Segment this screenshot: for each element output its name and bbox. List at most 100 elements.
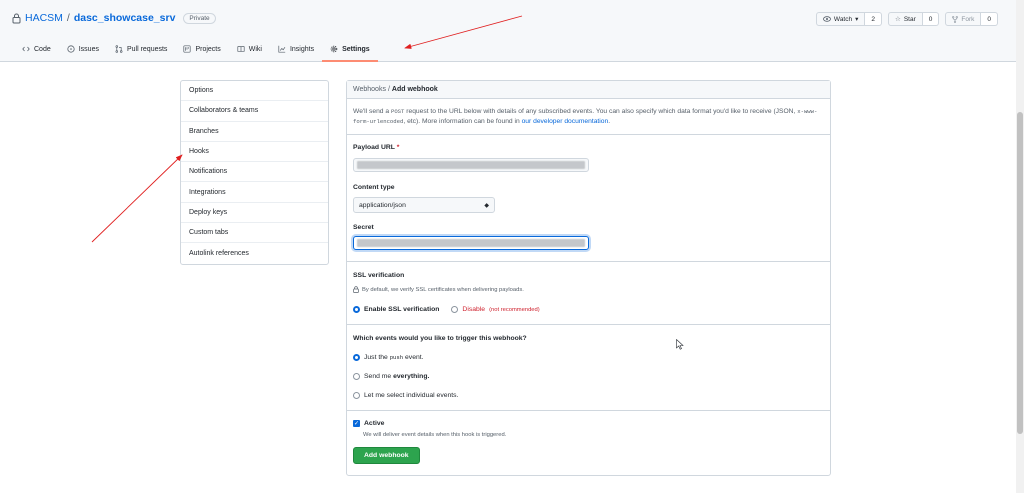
content-type-label: Content type	[353, 184, 395, 191]
ssl-options: Enable SSL verification Disable (not rec…	[353, 306, 540, 313]
project-icon	[183, 45, 191, 53]
page-title: Add webhook	[391, 86, 438, 93]
scrollbar-thumb[interactable]	[1017, 112, 1023, 434]
event-everything-radio[interactable]	[353, 373, 360, 380]
divider	[347, 324, 830, 325]
event-push-text-1: Just the	[364, 354, 388, 361]
fork-label: Fork	[961, 15, 975, 23]
repo-tabs: Code Issues Pull requests Projects Wiki …	[14, 42, 378, 62]
redacted-value	[357, 161, 585, 169]
divider	[347, 410, 830, 411]
content-type-select[interactable]: application/json ◆	[353, 197, 495, 213]
intro-part-3: , etc). More information can be found in	[403, 118, 520, 125]
fork-action: Fork 0	[945, 12, 998, 26]
tab-insights-label: Insights	[289, 45, 315, 53]
sidebar-item-autolink-references[interactable]: Autolink references	[181, 243, 328, 263]
mouse-cursor-icon	[676, 339, 684, 350]
watch-count[interactable]: 2	[865, 12, 882, 26]
event-push-text-2: event.	[405, 354, 424, 361]
payload-url-input[interactable]	[353, 158, 589, 172]
visibility-badge: Private	[183, 12, 216, 24]
secret-label: Secret	[353, 224, 374, 231]
event-push-code: push	[389, 354, 404, 361]
event-select-radio[interactable]	[353, 392, 360, 399]
page-scrollbar[interactable]	[1016, 0, 1024, 493]
event-push-radio[interactable]	[353, 354, 360, 361]
repo-header: HACSM / dasc_showcase_srv Private Watch …	[0, 0, 1016, 62]
active-option: ✓ Active	[353, 420, 384, 427]
sidebar-item-collaborators[interactable]: Collaborators & teams	[181, 101, 328, 122]
intro-text: We'll send a POST request to the URL bel…	[353, 107, 823, 127]
repo-actions: Watch ▾ 2 ☆ Star 0 Fork 0	[815, 12, 998, 26]
tab-settings[interactable]: Settings	[322, 42, 378, 62]
payload-url-label-text: Payload URL	[353, 144, 395, 151]
add-webhook-panel: Webhooks / Add webhook We'll send a POST…	[346, 80, 831, 476]
fork-button[interactable]: Fork	[945, 12, 982, 26]
watch-button[interactable]: Watch ▾	[815, 12, 866, 26]
tab-issues-label: Issues	[78, 45, 99, 53]
code-icon	[22, 46, 30, 52]
ssl-enable-label[interactable]: Enable SSL verification	[364, 306, 439, 313]
redacted-value	[357, 239, 585, 247]
breadcrumb-webhooks[interactable]: Webhooks	[353, 86, 386, 93]
breadcrumb-separator: /	[387, 86, 390, 93]
event-everything-bold: everything.	[393, 373, 430, 380]
annotation-arrow-hooks	[91, 154, 183, 243]
repo-title-separator: /	[66, 12, 70, 24]
event-option-everything: Send me everything.	[353, 373, 429, 380]
active-note: We will deliver event details when this …	[363, 432, 507, 438]
book-icon	[237, 46, 245, 52]
select-caret-icon: ◆	[484, 202, 489, 209]
ssl-enable-radio[interactable]	[353, 306, 360, 313]
sidebar-item-integrations[interactable]: Integrations	[181, 182, 328, 203]
star-count[interactable]: 0	[922, 12, 940, 26]
tab-insights[interactable]: Insights	[270, 42, 322, 56]
event-push-label[interactable]: Just the push event.	[364, 354, 424, 361]
tab-pull-requests-label: Pull requests	[126, 45, 168, 53]
chevron-down-icon: ▾	[855, 16, 859, 23]
active-label[interactable]: Active	[364, 420, 384, 427]
fork-count[interactable]: 0	[981, 12, 998, 26]
sidebar-item-deploy-keys[interactable]: Deploy keys	[181, 203, 328, 224]
tab-code[interactable]: Code	[14, 42, 59, 56]
graph-icon	[278, 45, 286, 53]
sidebar-item-notifications[interactable]: Notifications	[181, 162, 328, 183]
developer-docs-link[interactable]: our developer documentation	[522, 118, 609, 125]
sidebar-item-branches[interactable]: Branches	[181, 122, 328, 142]
star-action: ☆ Star 0	[888, 12, 940, 26]
star-icon: ☆	[895, 16, 901, 23]
repo-owner-link[interactable]: HACSM	[25, 12, 63, 24]
tab-pull-requests[interactable]: Pull requests	[107, 42, 175, 56]
divider	[347, 134, 830, 135]
star-label: Star	[903, 15, 916, 23]
tab-wiki[interactable]: Wiki	[229, 42, 270, 56]
star-button[interactable]: ☆ Star	[888, 12, 923, 26]
watch-label: Watch	[833, 15, 853, 23]
active-checkbox[interactable]: ✓	[353, 420, 360, 427]
sidebar-item-options[interactable]: Options	[181, 81, 328, 102]
events-question: Which events would you like to trigger t…	[353, 335, 527, 342]
ssl-disable-radio[interactable]	[451, 306, 459, 313]
lock-icon	[12, 13, 21, 23]
tab-issues[interactable]: Issues	[59, 42, 107, 56]
gear-icon	[330, 45, 338, 53]
settings-sidebar: Options Collaborators & teams Branches H…	[180, 80, 329, 265]
event-select-label[interactable]: Let me select individual events.	[364, 392, 458, 399]
intro-part-1: We'll send a	[353, 108, 390, 115]
ssl-note-text: By default, we verify SSL certificates w…	[362, 286, 524, 293]
add-webhook-button[interactable]: Add webhook	[353, 447, 420, 464]
lock-icon	[353, 286, 359, 293]
event-everything-text: Send me	[364, 373, 392, 380]
event-option-push: Just the push event.	[353, 354, 424, 361]
content-type-value: application/json	[359, 201, 406, 209]
sidebar-item-custom-tabs[interactable]: Custom tabs	[181, 223, 328, 244]
tab-projects[interactable]: Projects	[175, 42, 228, 56]
repo-name-link[interactable]: dasc_showcase_srv	[74, 12, 176, 24]
ssl-disable-label[interactable]: Disable	[462, 306, 485, 313]
event-everything-label[interactable]: Send me everything.	[364, 373, 429, 380]
tab-code-label: Code	[34, 45, 51, 53]
tab-wiki-label: Wiki	[248, 45, 262, 53]
sidebar-item-hooks[interactable]: Hooks	[181, 142, 328, 163]
secret-input[interactable]	[353, 236, 589, 250]
event-option-select: Let me select individual events.	[353, 392, 458, 399]
